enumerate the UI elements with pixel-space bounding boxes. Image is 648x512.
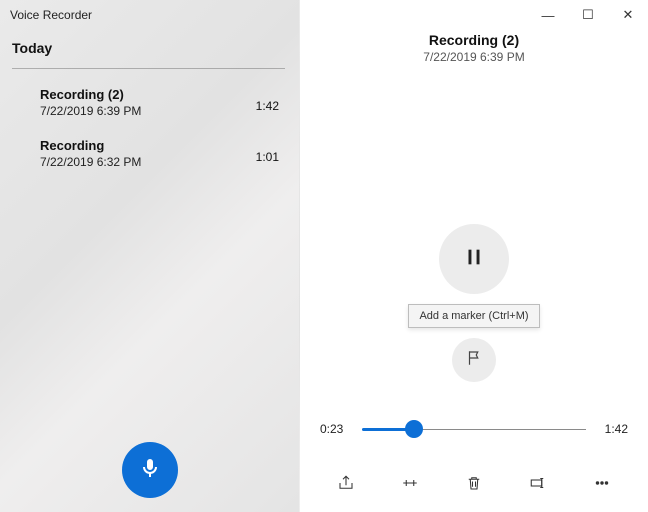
rename-button[interactable]	[525, 472, 551, 498]
time-total: 1:42	[596, 422, 628, 436]
time-current: 0:23	[320, 422, 352, 436]
close-button[interactable]: ✕	[608, 0, 648, 30]
section-label: Today	[12, 40, 283, 56]
trim-button[interactable]	[397, 472, 423, 498]
track-thumb[interactable]	[405, 420, 423, 438]
recording-duration: 1:01	[256, 138, 279, 164]
recording-duration: 1:42	[256, 87, 279, 113]
app-title: Voice Recorder	[0, 0, 299, 26]
pause-button[interactable]	[439, 224, 509, 294]
recording-name: Recording	[40, 138, 141, 153]
recording-item[interactable]: Recording 7/22/2019 6:32 PM 1:01	[0, 128, 299, 179]
progress-bar[interactable]: 0:23 1:42	[320, 422, 628, 436]
action-bar	[300, 472, 648, 498]
recording-date: 7/22/2019 6:32 PM	[40, 155, 141, 169]
trash-icon	[465, 474, 483, 497]
sidebar: Voice Recorder Today Recording (2) 7/22/…	[0, 0, 300, 512]
add-marker-button[interactable]	[452, 338, 496, 382]
pause-icon	[463, 246, 485, 273]
recording-title: Recording (2)	[300, 32, 648, 48]
recordings-list: Recording (2) 7/22/2019 6:39 PM 1:42 Rec…	[0, 69, 299, 179]
minimize-button[interactable]: —	[528, 0, 568, 30]
trim-icon	[401, 474, 419, 497]
share-icon	[337, 474, 355, 497]
delete-button[interactable]	[461, 472, 487, 498]
recording-item[interactable]: Recording (2) 7/22/2019 6:39 PM 1:42	[0, 77, 299, 128]
progress-track[interactable]	[362, 422, 586, 436]
share-button[interactable]	[333, 472, 359, 498]
tooltip: Add a marker (Ctrl+M)	[408, 304, 539, 328]
main-panel: — ☐ ✕ Recording (2) 7/22/2019 6:39 PM Ad…	[300, 0, 648, 512]
recording-date: 7/22/2019 6:39 PM	[40, 104, 141, 118]
recording-subtitle: 7/22/2019 6:39 PM	[300, 50, 648, 64]
flag-icon	[465, 349, 483, 372]
playback-controls: Add a marker (Ctrl+M)	[300, 64, 648, 512]
record-button[interactable]	[122, 442, 178, 498]
rename-icon	[529, 474, 547, 497]
recording-name: Recording (2)	[40, 87, 141, 102]
section-header: Today	[0, 26, 299, 62]
app-window: Voice Recorder Today Recording (2) 7/22/…	[0, 0, 648, 512]
more-button[interactable]	[589, 472, 615, 498]
titlebar: — ☐ ✕	[300, 0, 648, 30]
more-icon	[593, 474, 611, 497]
recording-header: Recording (2) 7/22/2019 6:39 PM	[300, 32, 648, 64]
microphone-icon	[138, 456, 162, 485]
maximize-button[interactable]: ☐	[568, 0, 608, 30]
